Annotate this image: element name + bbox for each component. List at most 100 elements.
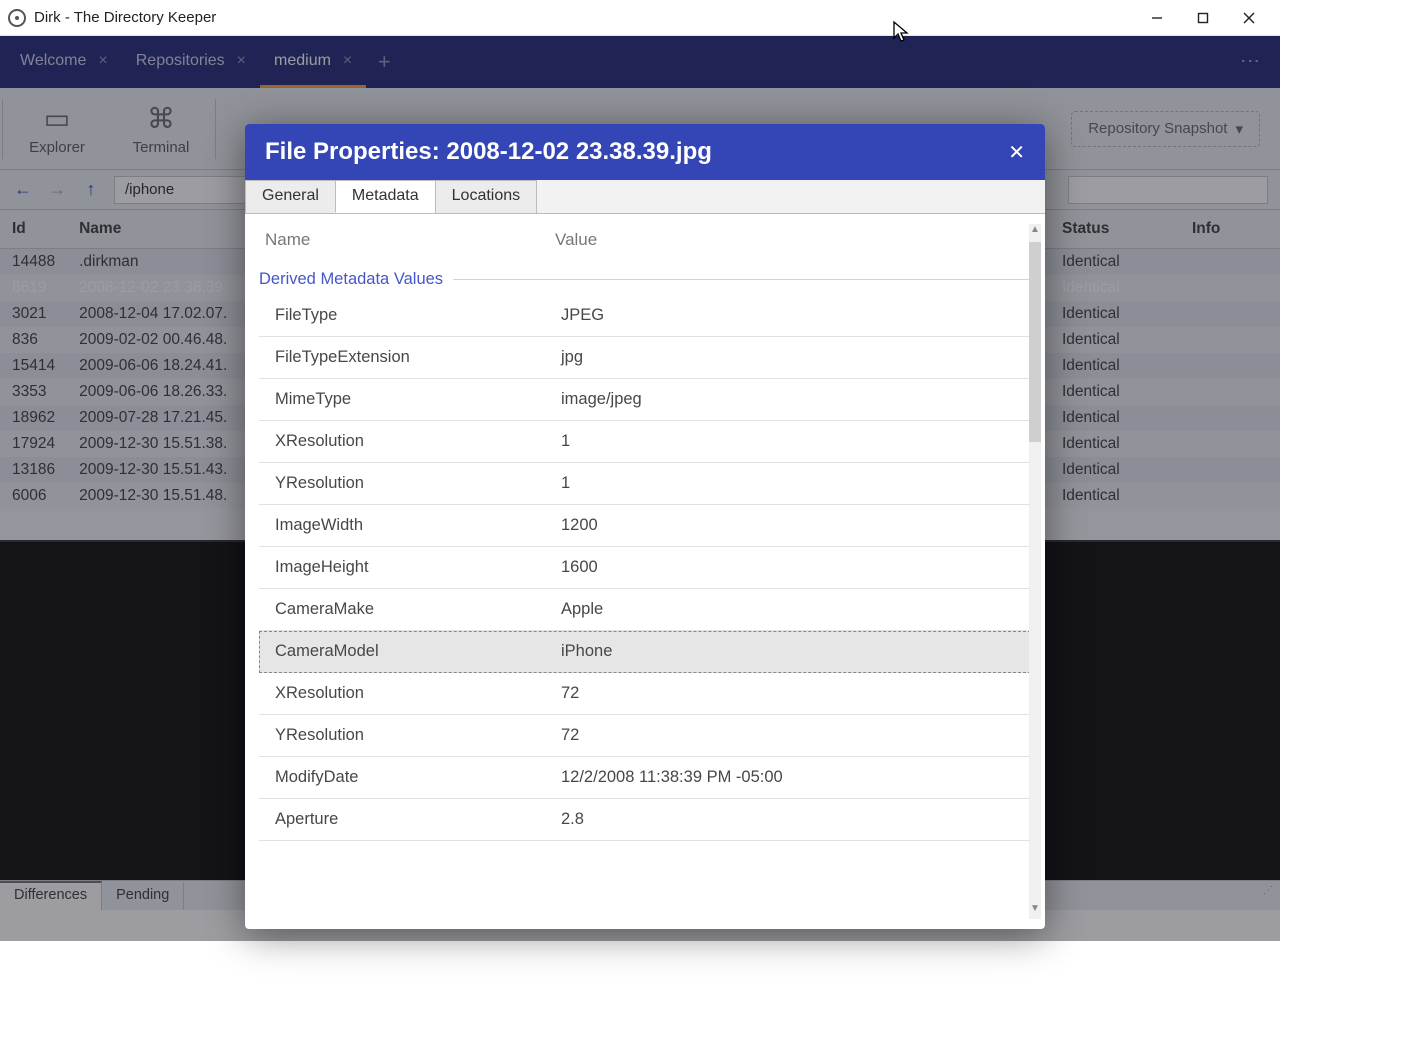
tab-repositories[interactable]: Repositories × — [122, 36, 260, 88]
metadata-name: CameraMake — [275, 600, 561, 619]
dialog-header: File Properties: 2008-12-02 23.38.39.jpg… — [245, 124, 1045, 180]
metadata-row[interactable]: CameraModeliPhone — [259, 631, 1031, 673]
metadata-name: MimeType — [275, 390, 561, 409]
cell-status: Identical — [1050, 457, 1180, 483]
resize-grip-icon[interactable]: ⋰ — [1257, 881, 1280, 910]
col-id[interactable]: Id — [0, 210, 67, 249]
metadata-name: ModifyDate — [275, 768, 561, 787]
metadata-row[interactable]: XResolution1 — [259, 421, 1031, 463]
metadata-name: YResolution — [275, 726, 561, 745]
cell-info — [1180, 379, 1280, 405]
snapshot-dropdown[interactable]: Repository Snapshot ▾ — [1071, 111, 1260, 147]
window-minimize-button[interactable] — [1134, 0, 1180, 36]
metadata-row[interactable]: Aperture2.8 — [259, 799, 1031, 841]
tab-label: Repositories — [136, 52, 225, 70]
explorer-button[interactable]: ▭ Explorer — [5, 88, 109, 170]
scroll-thumb[interactable] — [1029, 242, 1041, 442]
dialog-tab-metadata[interactable]: Metadata — [335, 180, 436, 213]
metadata-value: 12/2/2008 11:38:39 PM -05:00 — [561, 768, 783, 787]
cell-info — [1180, 405, 1280, 431]
terminal-icon: ⌘ — [147, 102, 175, 135]
metadata-name: CameraModel — [275, 642, 561, 661]
cell-status: Identical — [1050, 353, 1180, 379]
dialog-close-button[interactable]: ✕ — [1008, 140, 1025, 165]
tab-medium[interactable]: medium × — [260, 36, 366, 88]
metadata-col-name: Name — [265, 230, 555, 250]
divider — [453, 279, 1031, 280]
window-close-button[interactable] — [1226, 0, 1272, 36]
metadata-row[interactable]: FileTypeJPEG — [259, 295, 1031, 337]
metadata-row[interactable]: MimeTypeimage/jpeg — [259, 379, 1031, 421]
cell-status: Identical — [1050, 249, 1180, 276]
cell-status: Identical — [1050, 275, 1180, 301]
tab-welcome[interactable]: Welcome × — [6, 36, 122, 88]
toolbar-label: Terminal — [133, 139, 190, 156]
cell-id: 14488 — [0, 249, 67, 276]
metadata-row[interactable]: CameraMakeApple — [259, 589, 1031, 631]
metadata-value: iPhone — [561, 642, 612, 661]
cell-info — [1180, 431, 1280, 457]
window-title: Dirk - The Directory Keeper — [34, 9, 216, 26]
app-icon — [8, 9, 26, 27]
metadata-row[interactable]: ImageWidth1200 — [259, 505, 1031, 547]
window-maximize-button[interactable] — [1180, 0, 1226, 36]
search-input[interactable] — [1068, 176, 1268, 204]
cell-id: 17924 — [0, 431, 67, 457]
metadata-row[interactable]: XResolution72 — [259, 673, 1031, 715]
terminal-button[interactable]: ⌘ Terminal — [109, 88, 213, 170]
cell-status: Identical — [1050, 327, 1180, 353]
col-status[interactable]: Status — [1050, 210, 1180, 249]
metadata-name: FileType — [275, 306, 561, 325]
dialog-scrollbar[interactable]: ▲ ▼ — [1029, 224, 1041, 919]
tab-close-icon[interactable]: × — [98, 52, 107, 70]
cell-status: Identical — [1050, 379, 1180, 405]
tab-label: Welcome — [20, 52, 86, 70]
metadata-row[interactable]: YResolution1 — [259, 463, 1031, 505]
dialog-tab-general[interactable]: General — [245, 180, 336, 213]
metadata-row[interactable]: YResolution72 — [259, 715, 1031, 757]
tab-add-button[interactable]: + — [366, 49, 402, 75]
nav-forward-button[interactable]: → — [46, 179, 68, 200]
nav-back-button[interactable]: ← — [12, 179, 34, 200]
metadata-row[interactable]: ModifyDate12/2/2008 11:38:39 PM -05:00 — [259, 757, 1031, 799]
metadata-value: 1 — [561, 432, 570, 451]
tab-label: medium — [274, 52, 331, 70]
cell-id: 3353 — [0, 379, 67, 405]
folder-icon: ▭ — [44, 102, 70, 135]
metadata-section-label: Derived Metadata Values — [259, 270, 1031, 289]
tabstrip-menu-icon[interactable]: ⋮ — [1226, 51, 1274, 73]
dialog-tab-locations[interactable]: Locations — [435, 180, 538, 213]
metadata-value: 72 — [561, 684, 579, 703]
toolbar-label: Explorer — [29, 139, 85, 156]
cell-status: Identical — [1050, 405, 1180, 431]
tab-close-icon[interactable]: × — [237, 52, 246, 70]
metadata-value: JPEG — [561, 306, 604, 325]
dialog-tabs: General Metadata Locations — [245, 180, 1045, 214]
metadata-name: FileTypeExtension — [275, 348, 561, 367]
cell-id: 18962 — [0, 405, 67, 431]
cell-status: Identical — [1050, 431, 1180, 457]
bottom-tab-differences[interactable]: Differences — [0, 881, 102, 910]
metadata-name: ImageWidth — [275, 516, 561, 535]
metadata-value: 72 — [561, 726, 579, 745]
scroll-up-icon[interactable]: ▲ — [1029, 224, 1041, 240]
cell-info — [1180, 353, 1280, 379]
cell-id: 6006 — [0, 483, 67, 509]
metadata-row[interactable]: FileTypeExtensionjpg — [259, 337, 1031, 379]
cell-info — [1180, 457, 1280, 483]
cell-info — [1180, 327, 1280, 353]
tab-close-icon[interactable]: × — [343, 52, 352, 70]
bottom-tab-pending[interactable]: Pending — [102, 881, 184, 910]
scroll-down-icon[interactable]: ▼ — [1029, 903, 1041, 919]
cell-id: 8619 — [0, 275, 67, 301]
metadata-name: YResolution — [275, 474, 561, 493]
col-info[interactable]: Info — [1180, 210, 1280, 249]
cell-id: 3021 — [0, 301, 67, 327]
cell-info — [1180, 483, 1280, 509]
cell-id: 13186 — [0, 457, 67, 483]
cell-info — [1180, 275, 1280, 301]
metadata-value: 1600 — [561, 558, 598, 577]
nav-up-button[interactable]: ↑ — [80, 179, 102, 200]
snapshot-label: Repository Snapshot — [1088, 120, 1227, 137]
metadata-row[interactable]: ImageHeight1600 — [259, 547, 1031, 589]
